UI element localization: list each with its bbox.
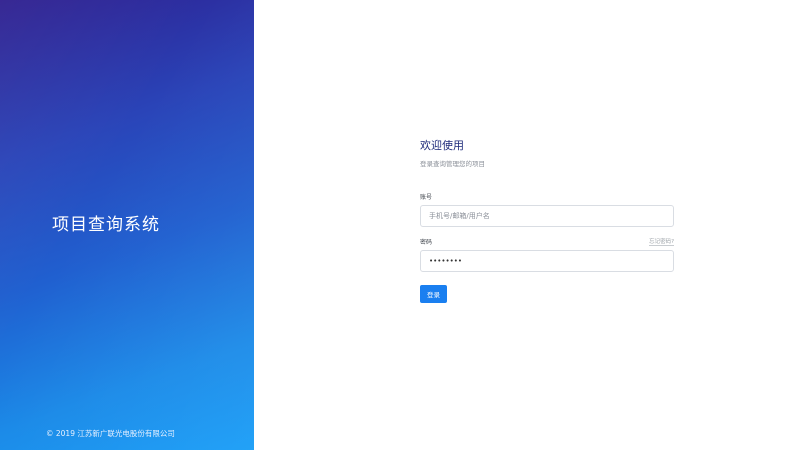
copyright-text: © 2019 江苏新广联光电股份有限公司 [46, 429, 175, 438]
account-label: 账号 [420, 194, 433, 201]
login-button[interactable]: 登录 [420, 285, 447, 303]
account-input[interactable] [420, 205, 674, 227]
welcome-title: 欢迎使用 [420, 139, 464, 152]
login-page: 项目查询系统 © 2019 江苏新广联光电股份有限公司 欢迎使用 登录查询管理您… [0, 0, 800, 450]
password-input[interactable] [420, 250, 674, 272]
system-title: 项目查询系统 [52, 215, 160, 235]
password-label: 密码 [420, 239, 433, 246]
brand-panel: 项目查询系统 © 2019 江苏新广联光电股份有限公司 [0, 0, 254, 450]
welcome-subtitle: 登录查询管理您的项目 [420, 160, 485, 168]
login-form: 欢迎使用 登录查询管理您的项目 账号 密码 忘记密码? 登录 [420, 137, 674, 303]
password-label-row: 密码 忘记密码? [420, 237, 674, 246]
forgot-password-link[interactable]: 忘记密码? [649, 237, 674, 246]
account-label-row: 账号 [420, 192, 674, 201]
login-panel: 欢迎使用 登录查询管理您的项目 账号 密码 忘记密码? 登录 [254, 0, 800, 450]
